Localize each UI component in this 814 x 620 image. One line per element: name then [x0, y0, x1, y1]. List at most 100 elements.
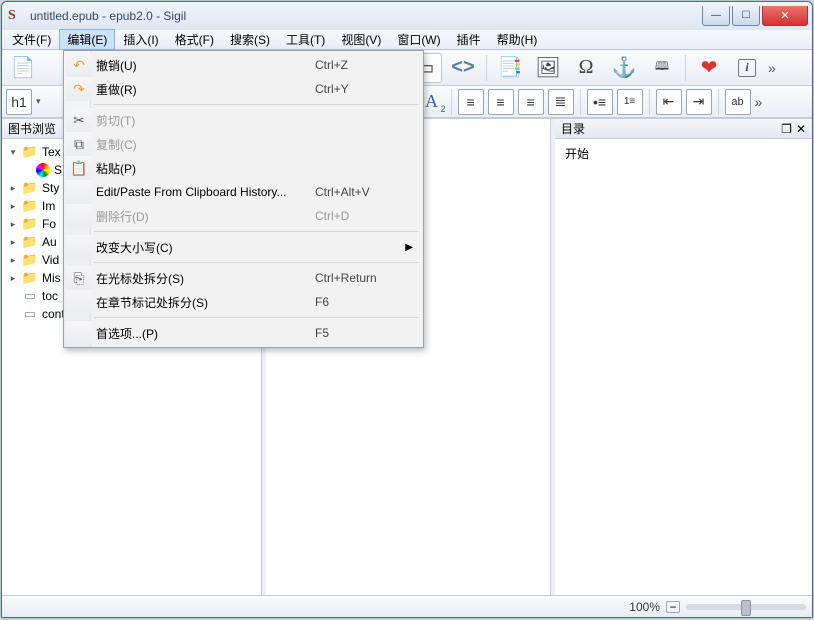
folder-icon: 📁: [22, 144, 38, 160]
id-icon[interactable]: 🕮: [645, 53, 679, 83]
menu-item-label: 在章节标记处拆分(S): [96, 294, 315, 311]
menu-item-accel: Ctrl+Y: [315, 82, 421, 96]
info-icon[interactable]: i: [730, 53, 764, 83]
edit-menu-item-14[interactable]: 首选项...(P)F5: [66, 321, 421, 345]
menu-item-label: 在光标处拆分(S): [96, 270, 315, 287]
tree-label: Au: [42, 235, 57, 249]
align-center-icon[interactable]: ≡: [488, 89, 514, 115]
menu-item-label: 剪切(T): [96, 112, 315, 129]
split-icon: ⎘: [66, 266, 92, 290]
zoom-out-icon[interactable]: −: [666, 601, 680, 613]
file-icon: ▭: [22, 288, 38, 304]
menu-item-accel: Ctrl+Alt+V: [315, 185, 421, 199]
tree-twisty-icon[interactable]: ▸: [8, 237, 18, 248]
menu-8[interactable]: 插件: [449, 29, 489, 50]
heading-selector[interactable]: h1: [6, 89, 32, 115]
menu-item-label: 重做(R): [96, 81, 315, 98]
tree-twisty-icon[interactable]: ▸: [8, 219, 18, 230]
toolbar2-overflow-icon[interactable]: »: [755, 94, 767, 110]
folder-icon: 📁: [22, 198, 38, 214]
list-number-icon[interactable]: 1≡: [617, 89, 643, 115]
edit-menu-item-5[interactable]: 📋粘贴(P): [66, 156, 421, 180]
menu-7[interactable]: 窗口(W): [389, 29, 448, 50]
indent-increase-icon[interactable]: ⇥: [686, 89, 712, 115]
menu-1[interactable]: 编辑(E): [59, 29, 115, 50]
omega-icon[interactable]: Ω: [569, 53, 603, 83]
menu-item-label: 粘贴(P): [96, 160, 315, 177]
maximize-button[interactable]: ☐: [732, 6, 760, 26]
redo-icon: ↷: [66, 77, 92, 101]
folder-icon: 📁: [22, 252, 38, 268]
menu-item-accel: Ctrl+Z: [315, 58, 421, 72]
tree-label: S: [54, 163, 62, 177]
folder-icon: 📁: [22, 216, 38, 232]
align-right-icon[interactable]: ≡: [518, 89, 544, 115]
close-button[interactable]: ✕: [762, 6, 808, 26]
minimize-button[interactable]: —: [702, 6, 730, 26]
zoom-slider[interactable]: [686, 604, 806, 610]
heart-icon[interactable]: ❤: [692, 53, 726, 83]
blank-icon: [66, 180, 92, 204]
book-browser-title-text: 图书浏览: [8, 120, 56, 137]
tree-label: Im: [42, 199, 55, 213]
toc-item[interactable]: 开始: [565, 145, 802, 162]
new-file-icon[interactable]: 📄: [6, 53, 40, 83]
submenu-arrow-icon: ▶: [405, 242, 413, 253]
tree-twisty-icon[interactable]: ▸: [8, 201, 18, 212]
tree-label: Tex: [42, 145, 61, 159]
edit-menu-item-12[interactable]: 在章节标记处拆分(S)F6: [66, 290, 421, 314]
angle-brackets-icon[interactable]: <>: [446, 53, 480, 83]
edit-menu-dropdown: ↶撤销(U)Ctrl+Z↷重做(R)Ctrl+Y✂剪切(T)⧉复制(C)📋粘贴(…: [63, 50, 424, 348]
menu-item-accel: Ctrl+Return: [315, 271, 421, 285]
menu-item-label: 改变大小写(C): [96, 239, 315, 256]
blank-icon: [66, 290, 92, 314]
menu-9[interactable]: 帮助(H): [489, 29, 546, 50]
menu-4[interactable]: 搜索(S): [222, 29, 278, 50]
toc-close-icon[interactable]: ✕: [796, 122, 806, 136]
copy-icon: ⧉: [66, 132, 92, 156]
menu-item-accel: Ctrl+D: [315, 209, 421, 223]
menu-2[interactable]: 插入(I): [115, 29, 166, 50]
edit-menu-item-6[interactable]: Edit/Paste From Clipboard History...Ctrl…: [66, 180, 421, 204]
edit-menu-item-1[interactable]: ↷重做(R)Ctrl+Y: [66, 77, 421, 101]
cut-icon: ✂: [66, 108, 92, 132]
app-icon: S: [8, 8, 24, 24]
menu-6[interactable]: 视图(V): [333, 29, 389, 50]
titlebar[interactable]: S untitled.epub - epub2.0 - Sigil — ☐ ✕: [2, 2, 812, 30]
edit-menu-item-0[interactable]: ↶撤销(U)Ctrl+Z: [66, 53, 421, 77]
file-icon: ▭: [22, 306, 38, 322]
menu-0[interactable]: 文件(F): [4, 29, 59, 50]
toolbar1-overflow-icon[interactable]: »: [768, 60, 780, 76]
tree-label: Vid: [42, 253, 59, 267]
image-icon[interactable]: 🖼: [531, 53, 565, 83]
folder-icon: 📁: [22, 270, 38, 286]
indent-decrease-icon[interactable]: ⇤: [656, 89, 682, 115]
tree-twisty-icon[interactable]: ▸: [8, 273, 18, 284]
menu-3[interactable]: 格式(F): [167, 29, 222, 50]
align-justify-icon[interactable]: ≣: [548, 89, 574, 115]
menu-item-label: 撤销(U): [96, 57, 315, 74]
menu-item-accel: F5: [315, 326, 421, 340]
edit-menu-item-11[interactable]: ⎘在光标处拆分(S)Ctrl+Return: [66, 266, 421, 290]
folder-icon: 📁: [22, 180, 38, 196]
tree-twisty-icon[interactable]: ▸: [8, 183, 18, 194]
tree-label: Mis: [42, 271, 61, 285]
heading-chevron-icon[interactable]: ▾: [36, 96, 41, 107]
ab-icon[interactable]: ab: [725, 89, 751, 115]
menubar: 文件(F)编辑(E)插入(I)格式(F)搜索(S)工具(T)视图(V)窗口(W)…: [2, 30, 812, 50]
color-wheel-icon: [36, 163, 50, 177]
align-left-icon[interactable]: ≡: [458, 89, 484, 115]
toc-undock-icon[interactable]: ❐: [781, 122, 792, 136]
tree-twisty-icon[interactable]: ▸: [8, 255, 18, 266]
edit-menu-item-4: ⧉复制(C): [66, 132, 421, 156]
toc-pane: 目录 ❐✕ 开始: [555, 119, 812, 595]
menu-5[interactable]: 工具(T): [278, 29, 333, 50]
edit-menu-item-9[interactable]: 改变大小写(C) ▶: [66, 235, 421, 259]
toc-body[interactable]: 开始: [555, 139, 812, 595]
tree-twisty-icon[interactable]: ▾: [8, 147, 18, 158]
paste-icon: 📋: [66, 156, 92, 180]
list-bullet-icon[interactable]: •≡: [587, 89, 613, 115]
anchor-icon[interactable]: ⚓: [607, 53, 641, 83]
book-icon[interactable]: 📑: [493, 53, 527, 83]
menu-item-label: 复制(C): [96, 136, 315, 153]
